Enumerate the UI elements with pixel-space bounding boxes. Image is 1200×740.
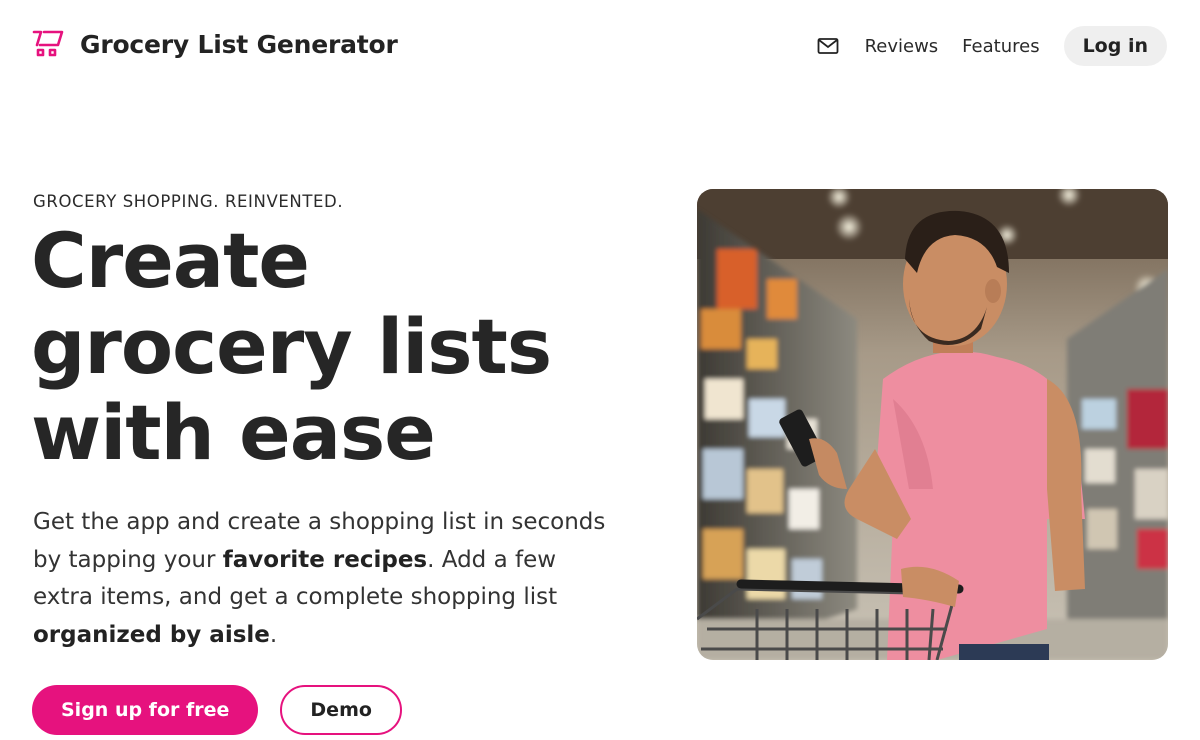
hero-headline: Create grocery lists with ease xyxy=(31,216,552,477)
lead-highlight-organized-by-aisle: organized by aisle xyxy=(33,621,270,648)
brand[interactable]: Grocery List Generator xyxy=(32,28,398,60)
lead-highlight-favorite-recipes: favorite recipes xyxy=(222,546,428,573)
top-nav: Reviews Features Log in xyxy=(817,26,1167,66)
hero-cta-group: Sign up for free Demo xyxy=(32,685,402,735)
hero-photo-shopper xyxy=(697,189,1168,660)
demo-button[interactable]: Demo xyxy=(280,685,402,735)
login-button[interactable]: Log in xyxy=(1063,26,1167,66)
hero-eyebrow: GROCERY SHOPPING. REINVENTED. xyxy=(33,192,344,211)
mail-icon xyxy=(817,38,838,54)
sign-up-button[interactable]: Sign up for free xyxy=(32,685,259,735)
hero-lead-paragraph: Get the app and create a shopping list i… xyxy=(33,504,613,654)
shopping-cart-logo-icon xyxy=(32,30,64,57)
site-header: Grocery List Generator Reviews Features … xyxy=(0,0,1200,92)
brand-name: Grocery List Generator xyxy=(80,29,398,59)
contact-mail-link[interactable] xyxy=(817,37,839,55)
shopper-in-grocery-aisle-photo xyxy=(697,189,1168,660)
nav-reviews-link[interactable]: Reviews xyxy=(865,36,939,57)
lead-text-3: . xyxy=(269,621,278,648)
nav-features-link[interactable]: Features xyxy=(962,36,1039,57)
